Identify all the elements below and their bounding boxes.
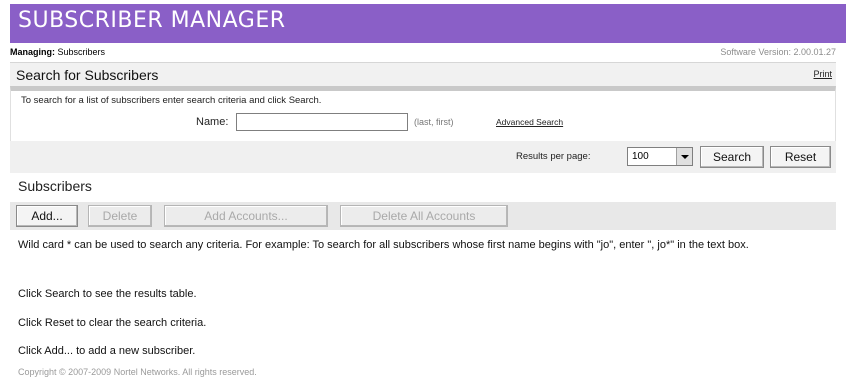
reset-button[interactable]: Reset (770, 146, 831, 168)
print-link[interactable]: Print (813, 69, 832, 79)
managing-breadcrumb: Managing: Subscribers (10, 47, 105, 57)
search-panel-title: Search for Subscribers (16, 67, 159, 83)
search-button[interactable]: Search (700, 146, 764, 168)
software-version: Software Version: 2.00.01.27 (720, 47, 836, 57)
managing-value: Subscribers (57, 47, 106, 57)
wildcard-help-text: Wild card * can be used to search any cr… (18, 239, 749, 251)
results-per-page-value: 100 (632, 151, 649, 162)
reset-help-text: Click Reset to clear the search criteria… (18, 317, 207, 329)
search-criteria-box: To search for a list of subscribers ente… (10, 86, 836, 141)
name-input[interactable] (236, 113, 408, 131)
managing-label: Managing: (10, 47, 55, 57)
copyright-text: Copyright © 2007-2009 Nortel Networks. A… (18, 367, 257, 377)
name-label: Name: (196, 116, 229, 128)
add-accounts-button[interactable]: Add Accounts... (164, 205, 328, 227)
app-title: SUBSCRIBER MANAGER (18, 8, 286, 33)
delete-all-accounts-button[interactable]: Delete All Accounts (340, 205, 508, 227)
results-toolbar: Results per page: 100 Search Reset (10, 141, 836, 173)
results-per-page-label: Results per page: (516, 151, 591, 162)
results-per-page-select[interactable]: 100 (627, 147, 693, 166)
search-panel-header: Search for Subscribers Print (10, 62, 836, 86)
advanced-search-link[interactable]: Advanced Search (496, 117, 563, 127)
name-hint: (last, first) (414, 117, 454, 127)
search-instructions: To search for a list of subscribers ente… (21, 95, 322, 106)
add-subscriber-button[interactable]: Add... (16, 205, 78, 227)
subscribers-title: Subscribers (18, 178, 92, 194)
app-banner: SUBSCRIBER MANAGER (10, 4, 846, 43)
delete-button[interactable]: Delete (88, 205, 152, 227)
subscribers-toolbar: Add... Delete Add Accounts... Delete All… (10, 202, 836, 230)
chevron-down-icon[interactable] (676, 148, 692, 165)
add-help-text: Click Add... to add a new subscriber. (18, 345, 196, 357)
search-help-text: Click Search to see the results table. (18, 288, 197, 300)
